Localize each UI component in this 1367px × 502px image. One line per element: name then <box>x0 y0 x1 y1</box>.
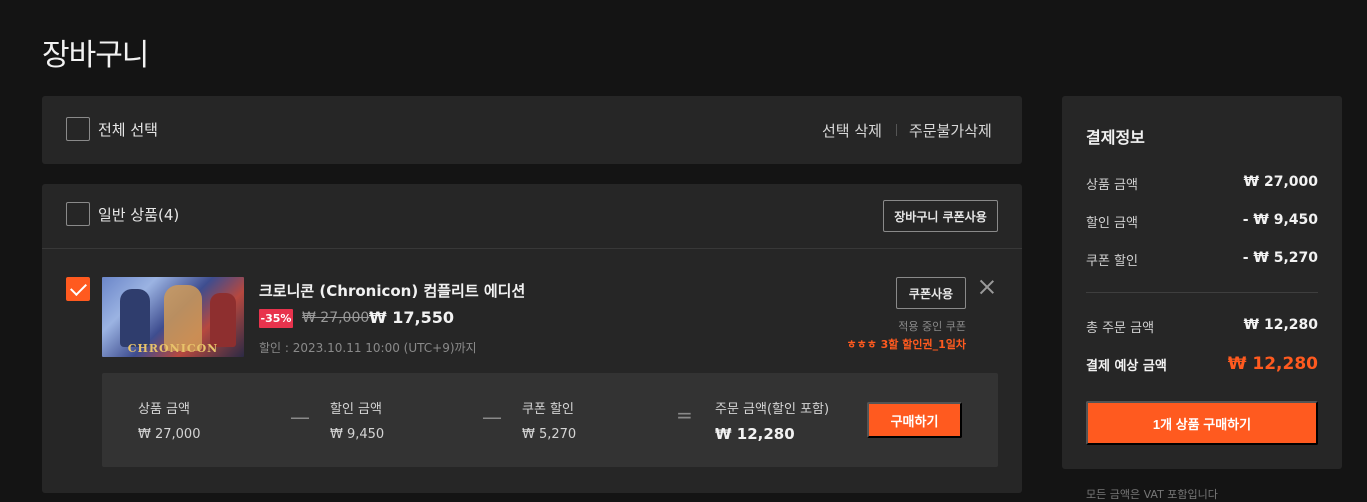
summary-coupon-discount-label: 쿠폰 할인 <box>522 402 574 417</box>
original-price: ₩ 27,000 <box>302 310 370 326</box>
vat-footnote: 모든 금액은 VAT 포함입니다 <box>1086 488 1218 501</box>
select-all-bar: 전체 선택 선택 삭제 주문불가삭제 <box>42 96 1022 164</box>
product-title[interactable]: 크로니콘 (Chronicon) 컴플리트 에디션 <box>259 280 525 301</box>
summary-order-amount-label: 주문 금액(할인 포함) <box>715 402 830 417</box>
summary-product-amount-label: 상품 금액 <box>138 402 190 417</box>
payment-row-expected: 결제 예상 금액 ₩ 12,280 <box>1086 354 1318 374</box>
action-divider <box>896 124 897 136</box>
payment-row-product: 상품 금액 ₩ 27,000 <box>1086 174 1318 193</box>
item-buy-button[interactable]: 구매하기 <box>867 402 962 438</box>
sale-price: ₩ 17,550 <box>369 308 454 327</box>
summary-discount-amount: 할인 금액 ₩ 9,450 <box>330 398 384 442</box>
select-all-checkbox[interactable] <box>66 117 90 141</box>
thumb-logo: CHRONICON <box>127 342 219 355</box>
product-thumbnail[interactable]: CHRONICON <box>102 277 244 357</box>
summary-order-amount: 주문 금액(할인 포함) ₩ 12,280 <box>715 398 829 443</box>
payment-panel: 결제정보 상품 금액 ₩ 27,000 할인 금액 - ₩ 9,450 쿠폰 할… <box>1062 96 1342 469</box>
cart-coupon-button[interactable]: 장바구니 쿠폰사용 <box>883 200 998 232</box>
applied-coupon-name: ㅎㅎㅎ 3할 할인권_1일차 <box>846 338 966 351</box>
thumb-figure-left <box>120 289 150 347</box>
payment-row-label: 결제 예상 금액 <box>1086 358 1167 374</box>
select-all-label[interactable]: 전체 선택 <box>98 119 158 140</box>
summary-order-amount-value: ₩ 12,280 <box>715 425 795 443</box>
applied-coupon-label: 적용 중인 쿠폰 <box>898 320 966 333</box>
payment-row-label: 쿠폰 할인 <box>1086 254 1138 269</box>
item-price-summary: 상품 금액 ₩ 27,000 — 할인 금액 ₩ 9,450 — 쿠폰 할인 ₩… <box>102 373 998 467</box>
summary-product-amount-value: ₩ 27,000 <box>138 427 201 442</box>
summary-discount-amount-label: 할인 금액 <box>330 402 382 417</box>
page-title: 장바구니 <box>42 38 149 73</box>
minus-icon: — <box>482 405 502 429</box>
payment-row-label: 상품 금액 <box>1086 178 1138 193</box>
item-coupon-button[interactable]: 쿠폰사용 <box>896 277 966 309</box>
payment-row-label: 총 주문 금액 <box>1086 321 1155 336</box>
thumb-figure-right <box>210 293 236 347</box>
payment-row-value: ₩ 12,280 <box>1243 317 1318 333</box>
delete-selected-link[interactable]: 선택 삭제 <box>822 120 882 141</box>
product-section: 일반 상품(4) 장바구니 쿠폰사용 CHRONICON 크로니콘 (Chron… <box>42 184 1022 493</box>
summary-product-amount: 상품 금액 ₩ 27,000 <box>138 398 200 442</box>
payment-expected-value: ₩ 12,280 <box>1227 354 1318 374</box>
payment-title: 결제정보 <box>1086 128 1145 147</box>
section-divider <box>42 248 1022 249</box>
discount-badge: -35% <box>259 309 293 328</box>
payment-row-value: - ₩ 5,270 <box>1242 250 1318 266</box>
purchase-button[interactable]: 1개 상품 구매하기 <box>1086 401 1318 445</box>
summary-discount-amount-value: ₩ 9,450 <box>330 427 385 442</box>
equals-icon: = <box>676 403 693 427</box>
summary-coupon-discount-value: ₩ 5,270 <box>522 427 577 442</box>
payment-row-value: ₩ 27,000 <box>1243 174 1318 190</box>
item-checkbox[interactable] <box>66 277 90 301</box>
section-label: 일반 상품(4) <box>98 206 180 224</box>
payment-row-discount: 할인 금액 - ₩ 9,450 <box>1086 212 1318 231</box>
payment-row-value: - ₩ 9,450 <box>1242 212 1318 228</box>
minus-icon: — <box>290 405 310 429</box>
payment-row-coupon: 쿠폰 할인 - ₩ 5,270 <box>1086 250 1318 269</box>
section-checkbox[interactable] <box>66 202 90 226</box>
summary-coupon-discount: 쿠폰 할인 ₩ 5,270 <box>522 398 576 442</box>
payment-row-label: 할인 금액 <box>1086 216 1138 231</box>
payment-divider <box>1086 292 1318 293</box>
payment-row-total: 총 주문 금액 ₩ 12,280 <box>1086 317 1318 336</box>
sale-period: 할인 : 2023.10.11 10:00 (UTC+9)까지 <box>259 341 477 355</box>
delete-unavailable-link[interactable]: 주문불가삭제 <box>909 120 992 141</box>
remove-item-icon[interactable] <box>978 278 996 296</box>
